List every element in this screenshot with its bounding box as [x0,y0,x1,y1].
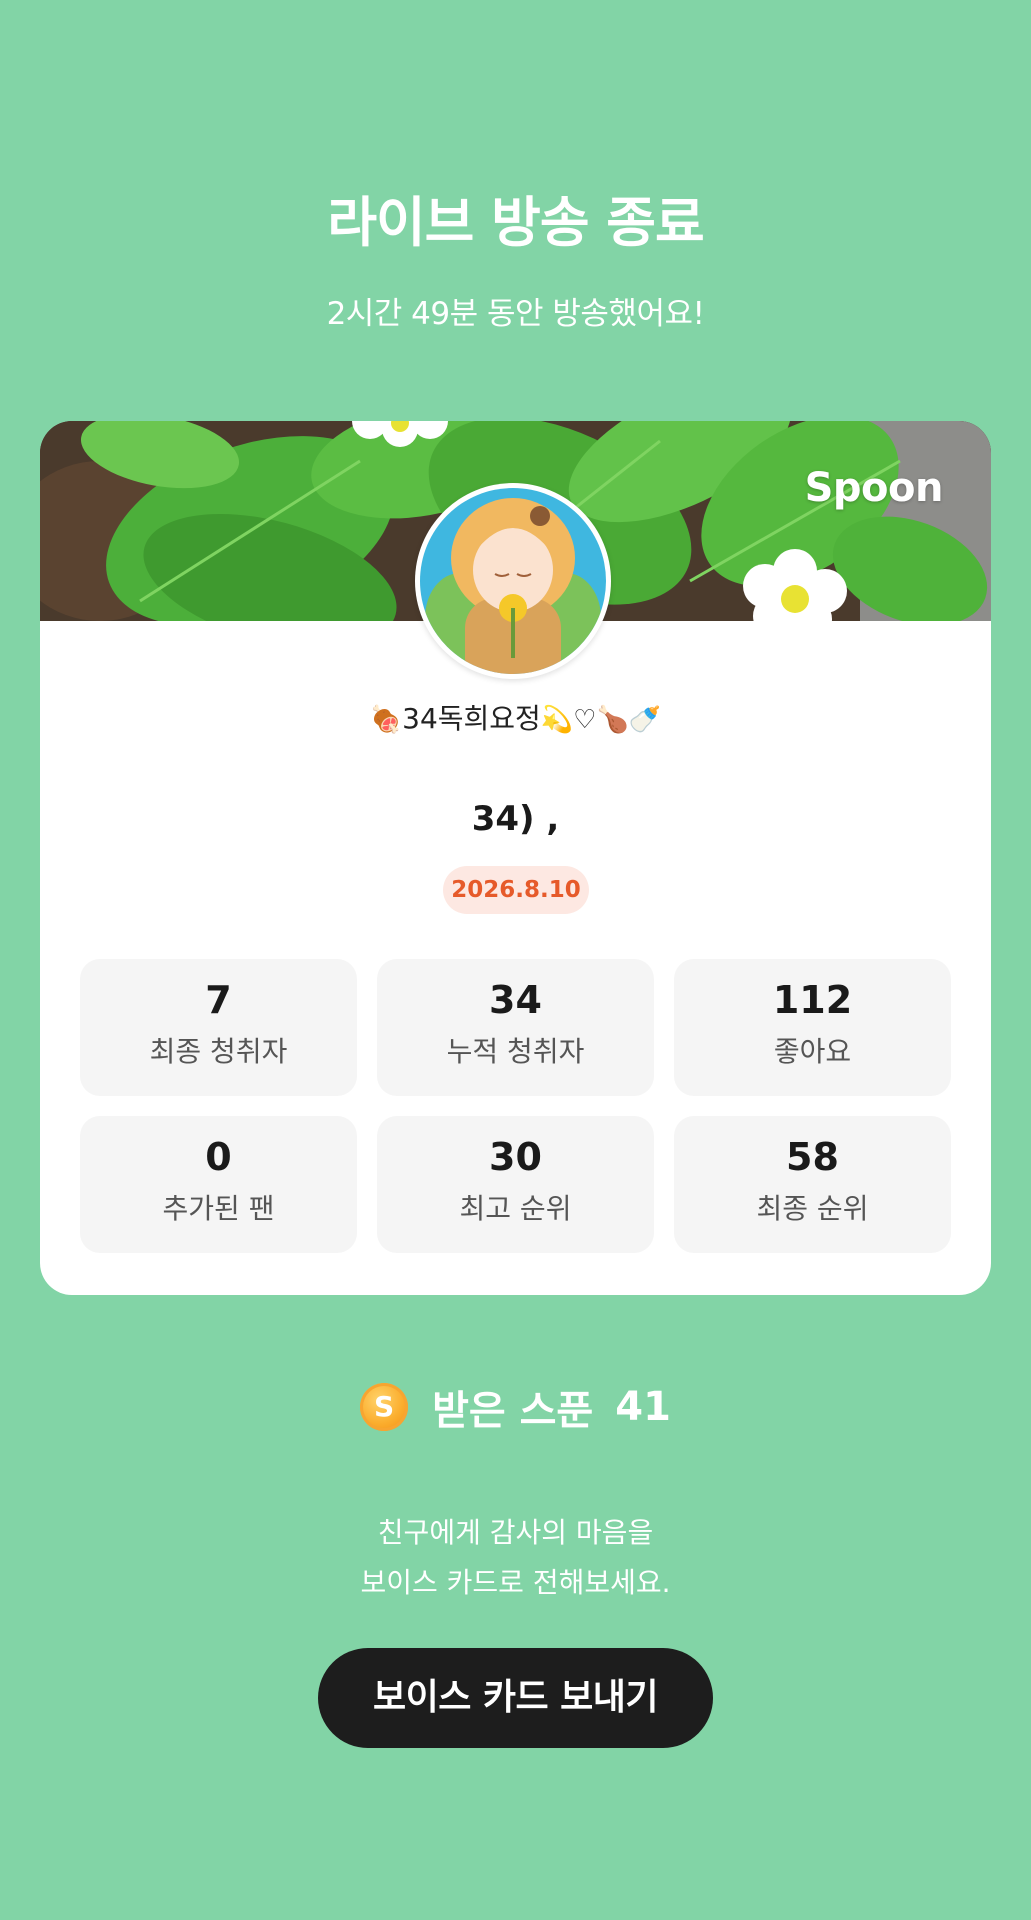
stat-final-rank: 58 최종 순위 [674,1116,951,1253]
stat-likes: 112 좋아요 [674,959,951,1096]
broadcast-duration: 2시간 49분 동안 방송했어요! [326,296,705,332]
stats-grid: 7 최종 청취자 34 누적 청취자 112 좋아요 0 추가된 팬 30 최고… [80,959,951,1253]
stat-final-listeners: 7 최종 청취자 [80,959,357,1096]
stat-label: 추가된 팬 [162,1192,275,1225]
broadcast-summary-card: Spoon 🍖34독희요정💫♡🍗🍼 34) , 2026.8.10 7 최종 청… [40,421,991,1295]
voice-card-message: 친구에게 감사의 마음을 보이스 카드로 전해보세요. [0,1508,1031,1608]
spoon-coin-icon: S [360,1383,409,1431]
broadcast-title: 34) , [471,799,560,839]
stat-total-listeners: 34 누적 청취자 [377,959,654,1096]
dj-nickname: 🍖34독희요정💫♡🍗🍼 [40,697,991,737]
received-spoons-count: 41 [615,1384,671,1430]
nickname-emoji-left: 🍖 [369,705,403,735]
stat-label: 좋아요 [773,1035,852,1068]
page-title: 라이브 방송 종료 [327,191,704,254]
received-spoons-label: 받은 스푼 [432,1388,594,1434]
message-line-2: 보이스 카드로 전해보세요. [360,1566,671,1599]
stat-label: 누적 청취자 [446,1035,585,1068]
nickname-emoji-right: 💫♡🍗🍼 [540,705,662,735]
spoon-brand-logo: Spoon [804,465,944,511]
date-badge: 2026.8.10 [443,866,589,914]
stat-value: 112 [772,978,853,1022]
send-voice-card-button[interactable]: 보이스 카드 보내기 [318,1648,713,1748]
avatar [415,483,611,679]
stat-new-fans: 0 추가된 팬 [80,1116,357,1253]
stat-best-rank: 30 최고 순위 [377,1116,654,1253]
stat-value: 30 [489,1135,542,1179]
stat-value: 58 [786,1135,839,1179]
stat-label: 최고 순위 [459,1192,572,1225]
nickname-text: 34독희요정 [402,702,541,735]
stat-value: 0 [205,1135,232,1179]
stat-label: 최종 순위 [756,1192,869,1225]
stat-value: 34 [489,978,542,1022]
stat-label: 최종 청취자 [149,1035,288,1068]
received-spoons: S 받은 스푼 41 [0,1378,1031,1436]
message-line-1: 친구에게 감사의 마음을 [377,1516,654,1549]
stat-value: 7 [205,978,232,1022]
